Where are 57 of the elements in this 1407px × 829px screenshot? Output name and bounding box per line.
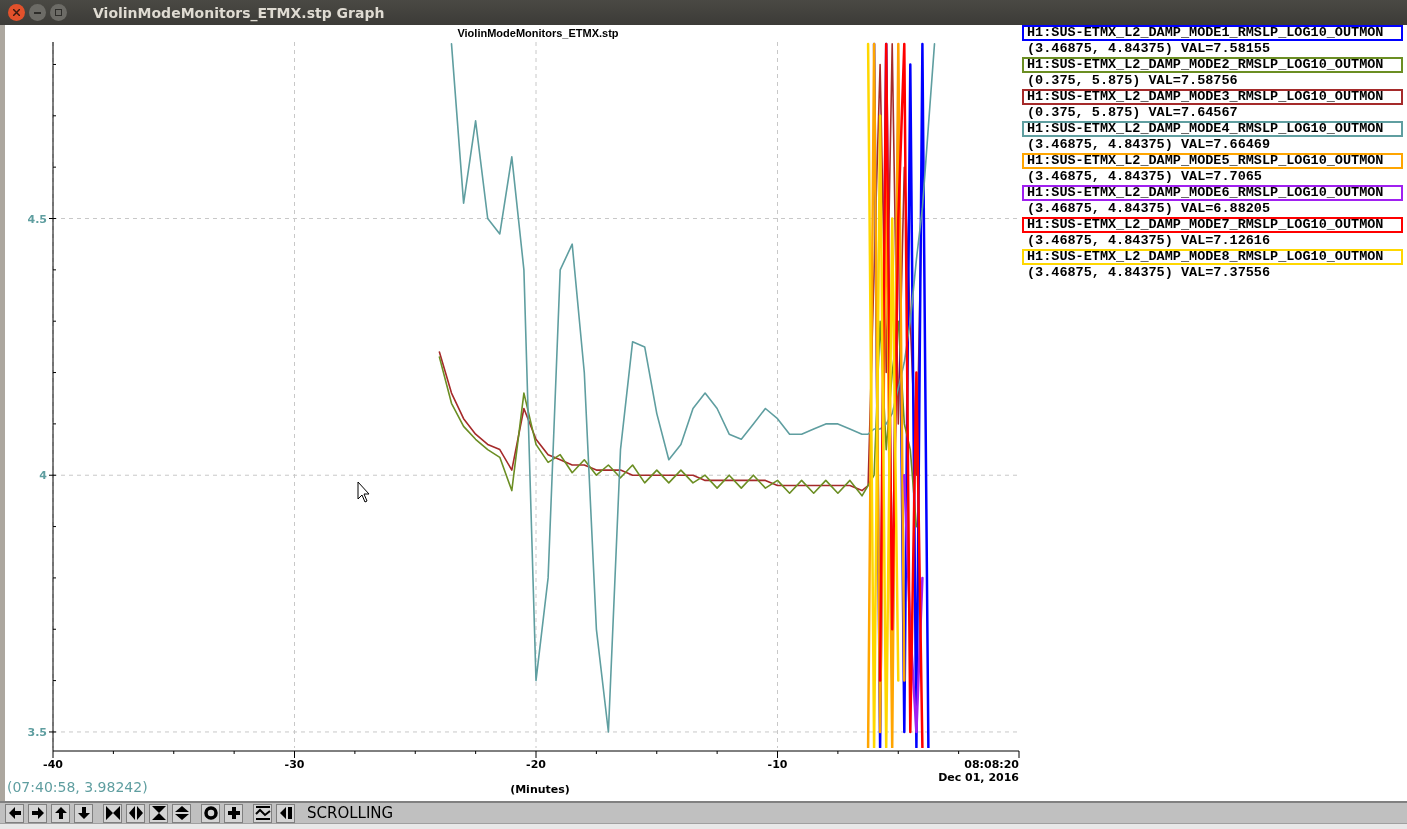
- chart-title: ViolinModeMonitors_ETMX.stp: [457, 27, 619, 40]
- legend-reading: (3.46875, 4.84375) VAL=7.7065: [1026, 169, 1263, 186]
- legend-channel-name: H1:SUS-ETMX_L2_DAMP_MODE5_RMSLP_LOG10_OUTMON: [1022, 153, 1403, 170]
- vertical-inward-triangles-icon: [150, 805, 167, 822]
- outward-triangles-button[interactable]: [126, 803, 145, 823]
- skip-back-button[interactable]: [276, 803, 295, 823]
- plus-icon: [225, 805, 242, 822]
- ring-icon: [202, 805, 219, 822]
- wave-button[interactable]: [253, 803, 272, 823]
- right-arrow-icon: [29, 805, 46, 822]
- inward-triangles-button[interactable]: [103, 803, 122, 823]
- legend-channel-name: H1:SUS-ETMX_L2_DAMP_MODE4_RMSLP_LOG10_OUTMON: [1022, 121, 1403, 138]
- legend-channel-name: H1:SUS-ETMX_L2_DAMP_MODE8_RMSLP_LOG10_OUTMON: [1022, 249, 1403, 266]
- left-arrow-button[interactable]: [5, 803, 24, 823]
- x-tick-label: -40: [43, 758, 63, 772]
- maximize-icon: [55, 9, 62, 17]
- right-arrow-button[interactable]: [28, 803, 47, 823]
- up-arrow-button[interactable]: [51, 803, 70, 823]
- legend-reading: (3.46875, 4.84375) VAL=7.58155: [1026, 41, 1272, 58]
- legend-reading: (0.375, 5.875) VAL=7.58756: [1026, 73, 1239, 90]
- legend-reading: (3.46875, 4.84375) VAL=6.88205: [1026, 201, 1272, 218]
- mode-label: SCROLLING: [307, 804, 394, 823]
- legend-channel-name: H1:SUS-ETMX_L2_DAMP_MODE3_RMSLP_LOG10_OUTMON: [1022, 89, 1403, 106]
- vertical-outward-triangles-icon: [173, 805, 190, 822]
- maximize-button[interactable]: [50, 4, 67, 22]
- ring-button[interactable]: [201, 803, 220, 823]
- legend-reading: (3.46875, 4.84375) VAL=7.66469: [1026, 137, 1272, 154]
- inward-triangles-icon: [104, 805, 121, 822]
- y-tick-label: 3.5: [27, 726, 47, 740]
- wave-icon: [254, 805, 271, 822]
- legend-channel-name: H1:SUS-ETMX_L2_DAMP_MODE1_RMSLP_LOG10_OUTMON: [1022, 25, 1403, 42]
- x-tick-label: -20: [526, 758, 546, 772]
- plus-button[interactable]: [224, 803, 243, 823]
- y-tick-label: 4.5: [27, 212, 47, 226]
- legend-reading: (3.46875, 4.84375) VAL=7.37556: [1026, 265, 1272, 282]
- mouse-pointer-icon: [357, 481, 370, 503]
- legend-reading: (3.46875, 4.84375) VAL=7.12616: [1026, 233, 1272, 250]
- vertical-outward-triangles-button[interactable]: [172, 803, 191, 823]
- date-label: Dec 01, 2016: [938, 771, 1019, 785]
- close-icon: [13, 9, 20, 17]
- close-button[interactable]: [8, 4, 25, 22]
- x-tick-label: -30: [284, 758, 305, 772]
- outward-triangles-icon: [127, 805, 144, 822]
- cursor-readout: (07:40:58, 3.98242): [7, 779, 148, 796]
- x-axis-label: (Minutes): [510, 783, 570, 797]
- x-tick-label: -10: [767, 758, 788, 772]
- end-time-label: 08:08:20: [964, 758, 1019, 772]
- legend-channel-name: H1:SUS-ETMX_L2_DAMP_MODE7_RMSLP_LOG10_OUTMON: [1022, 217, 1403, 234]
- down-arrow-button[interactable]: [74, 803, 93, 823]
- y-tick-label: 4: [39, 469, 47, 483]
- minimize-button[interactable]: [29, 4, 46, 22]
- legend-channel-name: H1:SUS-ETMX_L2_DAMP_MODE2_RMSLP_LOG10_OUTMON: [1022, 57, 1403, 74]
- minimize-icon: [34, 11, 41, 14]
- legend-reading: (0.375, 5.875) VAL=7.64567: [1026, 105, 1239, 122]
- window-title: ViolinModeMonitors_ETMX.stp Graph: [93, 4, 385, 21]
- legend-channel-name: H1:SUS-ETMX_L2_DAMP_MODE6_RMSLP_LOG10_OUTMON: [1022, 185, 1403, 202]
- vertical-inward-triangles-button[interactable]: [149, 803, 168, 823]
